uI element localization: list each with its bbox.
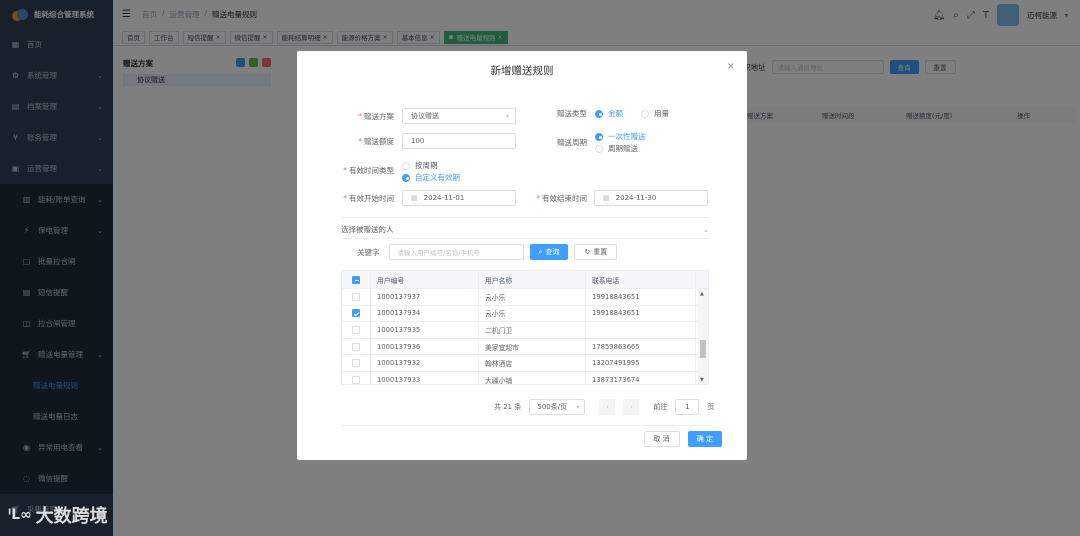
cell-phone: 19918843651 [586,305,696,322]
cell-user-name: 云小乐 [479,289,586,305]
cycle-periodic-radio[interactable]: 周期赠送 [595,143,646,154]
start-date-input[interactable]: ▦ 2024-11-01 [402,190,516,206]
total-count: 共 21 条 [494,403,522,411]
user-table: 用户编号 用户名称 联系电话 1000137937 云小乐 19918843651 1… [341,270,709,385]
col-user-id: 用户编号 [371,271,479,288]
col-phone: 联系电话 [586,271,696,288]
page-suffix: 页 [707,403,715,411]
calendar-icon: ▦ [411,194,418,202]
keyword-label: 关键字 [357,247,380,257]
scheme-label: * 赠送方案 [358,111,394,121]
page-input[interactable]: 1 [675,399,700,415]
col-user-name: 用户名称 [479,271,586,288]
row-checkbox[interactable] [352,375,360,384]
cell-user-id: 1000137934 [371,305,479,322]
chevron-down-icon: ▾ [576,403,580,411]
cell-user-id: 1000137935 [371,322,479,338]
cell-user-id: 1000137933 [371,371,479,384]
keyword-input[interactable]: 请输入用户编号/名称/手机号 [388,244,524,260]
type-amount-radio[interactable]: 金额 [595,108,623,119]
cell-phone: 13207491995 [586,355,696,371]
divider [341,217,709,218]
amount-label: * 赠送额度 [358,136,394,146]
row-checkbox[interactable] [352,359,360,368]
start-label: * 有效开始时间 [343,193,394,203]
confirm-button[interactable]: 确 定 [687,431,722,447]
close-icon[interactable]: × [727,61,735,72]
goto-label: 前往 [653,403,668,411]
section-header[interactable]: 选择被赠送的人 ⌄ [341,224,709,235]
cycle-once-radio[interactable]: 一次性赠送 [595,131,646,142]
table-row[interactable]: 1000137932 翰林酒店 13207491995 [342,355,708,372]
watermark-logo-icon: ᑊᒪ∞ [8,507,32,523]
reset-button[interactable]: ↻ 重置 [574,244,618,260]
table-scrollbar[interactable]: ▲ ▼ [698,289,708,384]
cell-user-name: 翰林酒店 [479,355,586,371]
cell-phone: 13873173674 [586,371,696,384]
scheme-select[interactable]: 协议赠送 ▾ [402,108,516,124]
cell-user-id: 1000137932 [371,355,479,371]
chevron-down-icon: ▾ [505,112,509,120]
time-type-custom-radio[interactable]: 自定义有效期 [402,172,460,183]
row-checkbox[interactable] [352,325,360,334]
pagination: 共 21 条 500条/页 ▾ ‹ › 前往 1 页 [494,399,714,415]
end-label: * 有效结束时间 [536,193,587,203]
cell-user-name: 大疆小铺 [479,371,586,384]
row-checkbox[interactable] [352,292,360,301]
search-icon: ⌕ [538,247,543,256]
table-row[interactable]: 1000137936 美家宜超市 17859863665 [342,338,708,356]
table-row[interactable]: 1000137935 二机门卫 [342,322,708,339]
scroll-thumb[interactable] [700,340,706,358]
table-header: 用户编号 用户名称 联系电话 [342,271,708,289]
prev-page-button[interactable]: ‹ [599,399,616,415]
dialog-title: 新增赠送规则 [490,65,554,77]
table-row[interactable]: 1000137933 大疆小铺 13873173674 [342,371,708,384]
time-type-cycle-radio[interactable]: 按周期 [402,160,460,171]
cell-phone: 17859863665 [586,338,696,355]
divider [341,425,709,426]
row-checkbox[interactable] [352,342,360,351]
scroll-up-icon[interactable]: ▲ [700,291,704,297]
type-usage-radio[interactable]: 用量 [641,108,669,119]
watermark: ᑊᒪ∞ 大数跨境 [8,506,108,527]
select-all-checkbox[interactable] [352,275,360,284]
cancel-button[interactable]: 取 消 [643,431,680,447]
cycle-label: 赠送周期 [557,138,587,147]
cell-user-id: 1000137936 [371,338,479,355]
scroll-down-icon[interactable]: ▼ [700,377,704,383]
divider [341,238,709,239]
cell-user-name: 二机门卫 [479,322,586,338]
next-page-button[interactable]: › [623,399,640,415]
type-label: 赠送类型 [557,109,587,118]
table-row[interactable]: 1000137937 云小乐 19918843651 [342,289,708,306]
refresh-icon: ↻ [584,248,591,256]
query-button[interactable]: ⌕ 查询 [529,244,569,260]
time-type-label: * 有效时间类型 [343,166,394,175]
chevron-down-icon[interactable]: ⌄ [703,226,709,234]
amount-input[interactable]: 100 [402,133,516,149]
table-row[interactable]: 1000137934 云小乐 19918843651 [342,305,708,323]
cell-phone [586,322,696,338]
calendar-icon: ▦ [603,194,610,202]
row-checkbox[interactable] [352,309,360,318]
cell-phone: 19918843651 [586,289,696,305]
section-title: 选择被赠送的人 [341,225,394,234]
add-rule-dialog: 新增赠送规则 × * 赠送方案 协议赠送 ▾ 赠送类型 金额 用量 * 赠送额度 1… [297,51,747,460]
cell-user-name: 云小乐 [479,305,586,322]
cell-user-name: 美家宜超市 [479,338,586,355]
page-size-select[interactable]: 500条/页 ▾ [529,399,586,415]
cell-user-id: 1000137937 [371,289,479,305]
end-date-input[interactable]: ▦ 2024-11-30 [594,190,708,206]
